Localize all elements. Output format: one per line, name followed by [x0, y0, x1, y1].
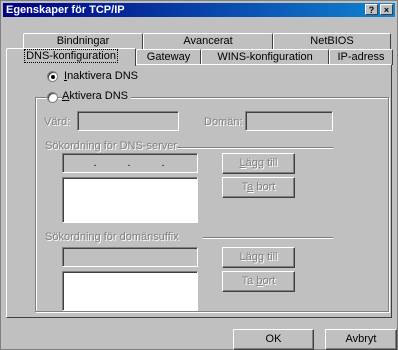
tab-bindningar[interactable]: Bindningar [23, 33, 143, 49]
tab-label: NetBIOS [310, 35, 354, 47]
tab-label: Avancerat [183, 35, 233, 47]
tab-netbios[interactable]: NetBIOS [273, 33, 391, 49]
radio-disable-dns[interactable] [47, 71, 58, 82]
tab-label: DNS-konfiguration [24, 49, 118, 63]
label-text: Lä [239, 251, 252, 263]
tab-dns-konfiguration[interactable]: DNS-konfiguration [6, 48, 136, 66]
domain-label: Domän: [204, 116, 243, 128]
add-dns-server-button[interactable]: Lägg till [222, 153, 295, 174]
help-button[interactable]: ? [365, 4, 378, 15]
tab-ip-adress[interactable]: IP-adress [329, 49, 393, 65]
domain-input[interactable] [245, 111, 333, 131]
tab-label: WINS-konfiguration [217, 51, 313, 63]
ip-dot: . [93, 157, 97, 169]
radio-enable-dns[interactable] [47, 92, 58, 103]
radio-dot [51, 75, 55, 79]
tab-gateway[interactable]: Gateway [136, 49, 201, 65]
tab-label: IP-adress [337, 51, 385, 63]
radio-disable-dns-label[interactable]: Inaktivera DNS [64, 70, 138, 82]
ip-dot: . [161, 157, 165, 169]
label-text: Ta [241, 275, 257, 287]
label-text: ort [262, 275, 276, 287]
separator [203, 237, 333, 239]
add-domain-suffix-button[interactable]: Lägg till [222, 247, 295, 268]
separator [177, 147, 333, 149]
cancel-button[interactable]: Avbryt [325, 329, 397, 350]
label-text: ägg till [245, 157, 278, 169]
remove-domain-suffix-button[interactable]: Ta bort [222, 271, 295, 292]
host-input[interactable] [77, 111, 179, 131]
window-title: Egenskaper för TCP/IP [6, 4, 125, 16]
ok-button[interactable]: OK [233, 329, 314, 350]
tab-wins-konfiguration[interactable]: WINS-konfiguration [201, 49, 329, 65]
dns-server-list[interactable] [62, 177, 198, 223]
label-text: g till [257, 251, 278, 263]
tab-label: Gateway [146, 51, 191, 63]
radio-enable-dns-label[interactable]: Aktivera DNS [62, 90, 132, 102]
close-button[interactable]: × [380, 4, 393, 15]
label-text: ktivera DNS [69, 90, 129, 102]
domain-suffix-input[interactable] [62, 247, 198, 267]
remove-dns-server-button[interactable]: Ta bort [222, 177, 295, 198]
tab-panel: Inaktivera DNS Aktivera DNS Värd: Domän:… [6, 64, 392, 318]
ip-dot: . [127, 157, 131, 169]
host-label: Värd: [44, 116, 71, 128]
label-text: bort [253, 181, 276, 193]
domain-suffix-order-label: Sökordning för domänsuffix [45, 231, 179, 243]
domain-suffix-list[interactable] [62, 271, 198, 311]
tab-label: Bindningar [56, 35, 110, 47]
dialog-window: Egenskaper för TCP/IP ? × Bindningar Ava… [0, 0, 398, 350]
label-text: naktivera DNS [67, 70, 138, 82]
dns-server-ip-input[interactable]: . . . [62, 153, 198, 173]
dns-server-order-label: Sökordning för DNS-server [45, 140, 178, 152]
tab-avancerat[interactable]: Avancerat [143, 33, 273, 49]
title-bar[interactable]: Egenskaper för TCP/IP ? × [3, 3, 395, 17]
